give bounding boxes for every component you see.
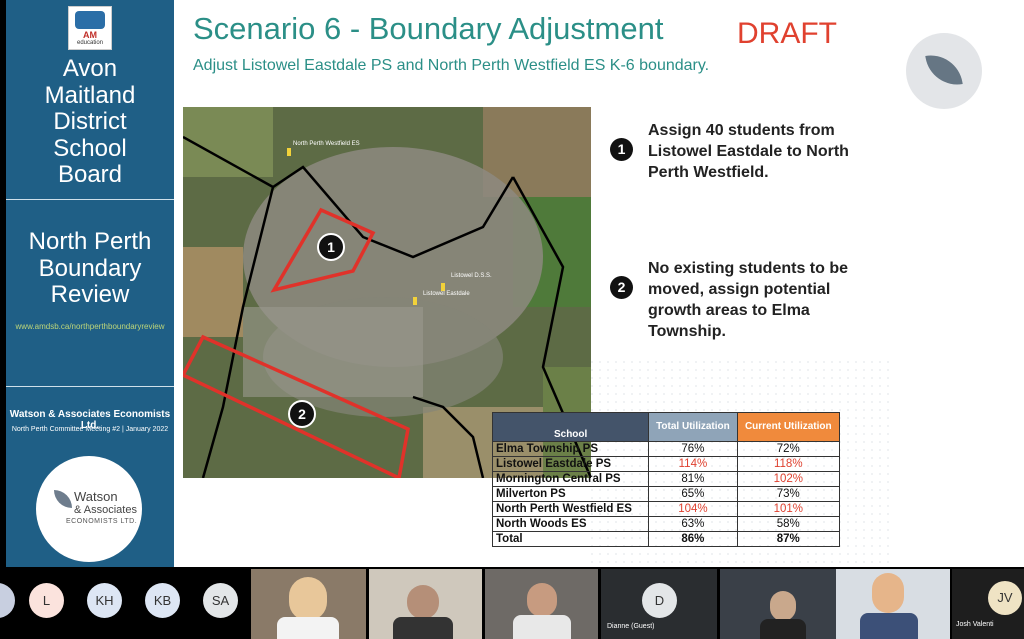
school-pin-icon [287, 148, 291, 156]
participant-video[interactable] [251, 569, 366, 639]
slide-subtitle: Adjust Listowel Eastdale PS and North Pe… [193, 57, 710, 74]
participant-avatar-d: D [642, 583, 677, 618]
participant-name: Dianne (Guest) [607, 623, 655, 630]
westfield-label: North Perth Westfield ES [293, 141, 360, 147]
participant-name: Josh Valenti [956, 621, 994, 628]
participant-avatar-jv: JV [988, 581, 1022, 615]
participant-avatar-l[interactable]: L [29, 583, 64, 618]
table-row: North Woods ES 63% 58% [491, 516, 841, 532]
point-text: No existing students to be moved, assign… [648, 260, 849, 340]
table-total-row: Total 86% 87% [491, 531, 841, 547]
participant-video[interactable] [836, 569, 950, 639]
review-url[interactable]: www.amdsb.ca/northperthboundaryreview [6, 322, 174, 331]
sidebar: AM education Avon Maitland District Scho… [6, 0, 174, 567]
draft-label: DRAFT [737, 17, 837, 50]
participant-tile-dianne[interactable]: D Dianne (Guest) [601, 569, 717, 639]
presentation-slide: AM education Avon Maitland District Scho… [0, 0, 1024, 567]
school-pin-icon [441, 283, 445, 291]
participant-avatar-sa[interactable]: SA [203, 583, 238, 618]
review-title: North Perth Boundary Review [28, 228, 152, 308]
svg-text:1: 1 [327, 239, 335, 255]
participant-tile-josh[interactable]: JV Josh Valenti [952, 569, 1024, 639]
watson-logo: Watson & Associates ECONOMISTS LTD. [36, 456, 142, 562]
leaf-icon [906, 33, 982, 109]
utilization-table: School Total Utilization Current Utiliza… [491, 412, 841, 547]
table-row: Listowel Eastdale PS 114% 118% [491, 456, 841, 472]
watson-leaf-icon [54, 490, 72, 508]
point-text: Assign 40 students from Listowel Eastdal… [648, 122, 849, 181]
divider [6, 386, 174, 387]
meeting-info: North Perth Committee Meeting #2 | Janua… [11, 426, 169, 433]
participant-video[interactable] [485, 569, 598, 639]
participant-avatar-kb[interactable]: KB [145, 583, 180, 618]
table-row: Milverton PS 65% 73% [491, 486, 841, 502]
number-badge: 1 [610, 138, 633, 161]
school-header: School [491, 412, 650, 442]
eastdale-label: Listowel Eastdale [423, 291, 470, 297]
slide-title: Scenario 6 - Boundary Adjustment [193, 11, 664, 46]
table-row: Mornington Central PS 81% 102% [491, 471, 841, 487]
table-row: North Perth Westfield ES 104% 101% [491, 501, 841, 517]
total-utilization-header: Total Utilization [648, 412, 738, 442]
table-row: Elma Township PS 76% 72% [491, 441, 841, 457]
participant-avatar-kh[interactable]: KH [87, 583, 122, 618]
dss-label: Listowel D.S.S. [451, 273, 492, 279]
participant-video[interactable] [369, 569, 482, 639]
number-badge: 2 [610, 276, 633, 299]
school-pin-icon [413, 297, 417, 305]
participant-video[interactable] [720, 569, 836, 639]
divider [6, 199, 174, 200]
svg-text:2: 2 [298, 406, 306, 422]
amdsb-logo: AM education [68, 6, 112, 50]
current-utilization-header: Current Utilization [736, 412, 841, 442]
board-name: Avon Maitland District School Board [44, 55, 136, 188]
